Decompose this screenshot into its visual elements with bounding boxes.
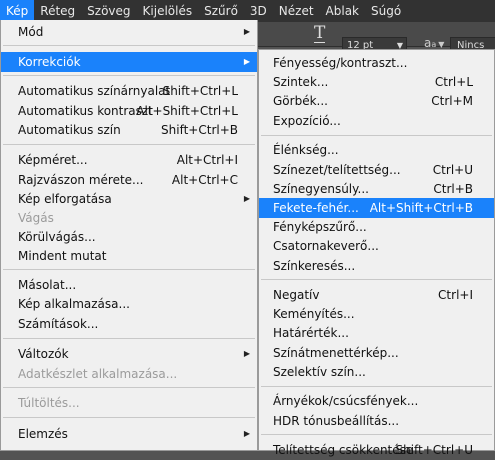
submenu-item-channel-mixer[interactable]: Csatornakeverő... [259,236,494,256]
adjustments-submenu: Fényesség/kontraszt... Szintek... Ctrl+L… [258,49,495,457]
submenu-item-exposure[interactable]: Expozíció... [259,111,494,131]
submenu-item-color-lookup[interactable]: Színkeresés... [259,256,494,276]
menu-item-korrekciok[interactable]: Korrekciók ▶ [1,52,257,72]
menu-separator [3,269,255,270]
submenu-item-threshold[interactable]: Határérték... [259,323,494,343]
menu-item-canvas-size[interactable]: Rajzvászon mérete... Alt+Ctrl+C [1,170,257,190]
menu-separator [3,45,255,46]
menu-item-apply-dataset: Adatkészlet alkalmazása... [18,367,178,381]
text-orientation-icon[interactable]: T [314,23,326,43]
submenu-arrow-icon: ▶ [243,57,250,66]
menu-reteg[interactable]: Réteg [34,0,81,22]
menu-ablak[interactable]: Ablak [320,0,365,22]
menu-item-calculations[interactable]: Számítások... [1,314,257,334]
menu-item-duplicate[interactable]: Másolat... [1,275,257,295]
menu-item-rotate[interactable]: Kép elforgatása ▶ [1,189,257,209]
menu-kep[interactable]: Kép [0,0,35,22]
submenu-item-desaturate[interactable]: Telítettség csökkentése Shift+Ctrl+U [259,440,494,460]
menu-separator [261,135,492,136]
menu-item-analysis[interactable]: Elemzés ▶ [1,424,257,444]
menu-separator [261,434,492,435]
submenu-item-black-white[interactable]: Fekete-fehér... Alt+Shift+Ctrl+B [259,198,494,218]
menu-item-mod[interactable]: Mód ▶ [1,22,257,42]
menu-item-auto-tone[interactable]: Automatikus színárnyalat Shift+Ctrl+L [1,81,257,101]
menu-item-auto-color[interactable]: Automatikus szín Shift+Ctrl+B [1,120,257,140]
submenu-item-gradient-map[interactable]: Színátmenettérkép... [259,343,494,363]
menu-bar: Kép Réteg Szöveg Kijelölés Szűrő 3D Néze… [0,0,495,22]
submenu-item-selective-color[interactable]: Szelektív szín... [259,362,494,382]
submenu-item-invert[interactable]: Negatív Ctrl+I [259,285,494,305]
menu-item-image-size[interactable]: Képméret... Alt+Ctrl+I [1,150,257,170]
submenu-item-vibrance[interactable]: Élénkség... [259,140,494,160]
submenu-item-brightness-contrast[interactable]: Fényesség/kontraszt... [259,53,494,73]
menu-separator [3,338,255,339]
menu-kijeloles[interactable]: Kijelölés [137,0,199,22]
menu-item-auto-contrast[interactable]: Automatikus kontraszt Alt+Shift+Ctrl+L [1,101,257,121]
chevron-down-icon: ▼ [438,40,445,49]
submenu-item-shadows-highlights[interactable]: Árnyékok/csúcsfények... [259,391,494,411]
image-menu: Mód ▶ Korrekciók ▶ Automatikus színárnya… [0,20,258,451]
menu-separator [3,387,255,388]
menu-separator [3,75,255,76]
menu-nezet[interactable]: Nézet [273,0,320,22]
menu-separator [3,144,255,145]
submenu-item-curves[interactable]: Görbék... Ctrl+M [259,91,494,111]
submenu-arrow-icon: ▶ [243,429,250,438]
antialias-icon: aa ▼ [424,36,445,50]
menu-item-reveal-all[interactable]: Mindent mutat [1,246,257,266]
submenu-arrow-icon: ▶ [243,27,250,36]
menu-separator [261,279,492,280]
menu-sugo[interactable]: Súgó [365,0,407,22]
submenu-item-hdr-toning[interactable]: HDR tónusbeállítás... [259,411,494,431]
menu-szoveg[interactable]: Szöveg [81,0,136,22]
menu-item-trim[interactable]: Körülvágás... [1,227,257,247]
menu-item-crop: Vágás [18,211,54,225]
menu-szuro[interactable]: Szűrő [198,0,244,22]
submenu-item-levels[interactable]: Szintek... Ctrl+L [259,72,494,92]
submenu-arrow-icon: ▶ [243,194,250,203]
menu-item-trap: Túltöltés... [18,396,80,410]
menu-3d[interactable]: 3D [244,0,273,22]
menu-item-variables[interactable]: Változók ▶ [1,344,257,364]
menu-separator [261,386,492,387]
menu-separator [3,417,255,418]
submenu-arrow-icon: ▶ [243,349,250,358]
submenu-item-hue-saturation[interactable]: Színezet/telítettség... Ctrl+U [259,160,494,180]
submenu-item-photo-filter[interactable]: Fényképszűrő... [259,217,494,237]
submenu-item-color-balance[interactable]: Színegyensúly... Ctrl+B [259,179,494,199]
menu-item-apply-image[interactable]: Kép alkalmazása... [1,294,257,314]
submenu-item-posterize[interactable]: Keményítés... [259,304,494,324]
